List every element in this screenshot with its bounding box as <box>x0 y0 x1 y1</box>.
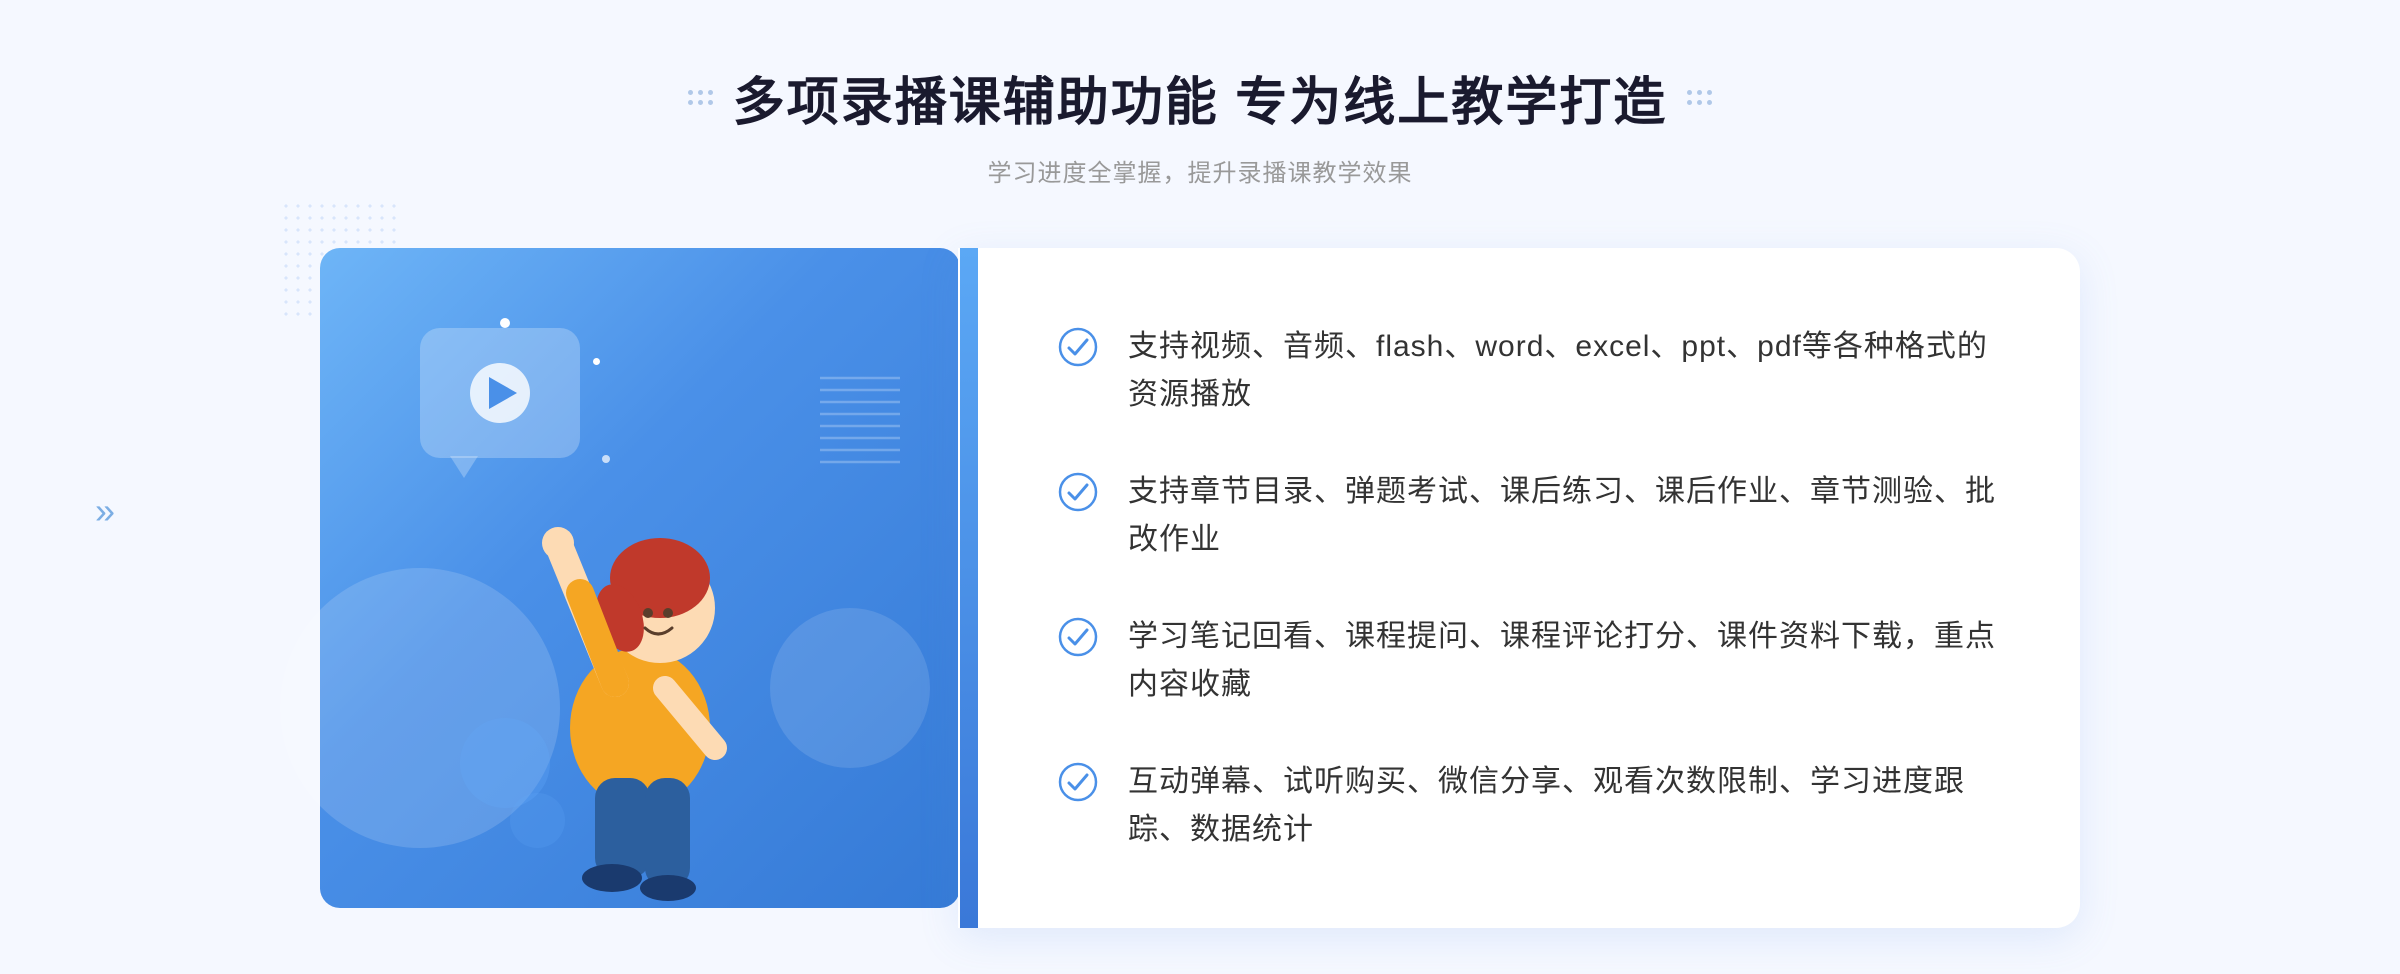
lines-pattern <box>810 368 910 488</box>
header-dot <box>1697 90 1702 95</box>
sparkle-decoration <box>593 358 600 365</box>
main-title: 多项录播课辅助功能 专为线上教学打造 <box>733 60 1667 135</box>
page-wrapper: » 多项录播课辅助功能 专为线上教学打造 <box>0 0 2400 974</box>
header-title-row: 多项录播课辅助功能 专为线上教学打造 <box>688 60 1712 135</box>
left-image-panel <box>320 248 960 908</box>
header-dot <box>708 100 713 105</box>
header-dot <box>1707 100 1712 105</box>
header-dot <box>1687 90 1692 95</box>
feature-item-4: 互动弹幕、试听购买、微信分享、观看次数限制、学习进度跟踪、数据统计 <box>1058 758 2000 854</box>
check-icon-4 <box>1058 762 1098 802</box>
feature-text-3: 学习笔记回看、课程提问、课程评论打分、课件资料下载，重点内容收藏 <box>1128 613 2000 709</box>
check-icon-3 <box>1058 617 1098 657</box>
feature-item-1: 支持视频、音频、flash、word、excel、ppt、pdf等各种格式的资源… <box>1058 323 2000 419</box>
feature-text-4: 互动弹幕、试听购买、微信分享、观看次数限制、学习进度跟踪、数据统计 <box>1128 758 2000 854</box>
header-dot <box>698 100 703 105</box>
header-dot <box>1687 100 1692 105</box>
feature-text-2: 支持章节目录、弹题考试、课后练习、课后作业、章节测验、批改作业 <box>1128 468 2000 564</box>
header-dot <box>688 90 693 95</box>
feature-item-3: 学习笔记回看、课程提问、课程评论打分、课件资料下载，重点内容收藏 <box>1058 613 2000 709</box>
header-dots-right <box>1687 90 1712 105</box>
feature-text-1: 支持视频、音频、flash、word、excel、ppt、pdf等各种格式的资源… <box>1128 323 2000 419</box>
header-section: 多项录播课辅助功能 专为线上教学打造 学习进度全掌握，提升录播课教学效果 <box>688 60 1712 188</box>
chevron-left-icon: » <box>95 490 107 532</box>
header-dot <box>1707 90 1712 95</box>
blue-divider-bar <box>960 248 978 928</box>
subtitle: 学习进度全掌握，提升录播课教学效果 <box>688 153 1712 188</box>
features-card: 支持视频、音频、flash、word、excel、ppt、pdf等各种格式的资源… <box>958 248 2080 928</box>
header-dots-left <box>688 90 713 105</box>
header-dot <box>1697 100 1702 105</box>
header-dot <box>708 90 713 95</box>
header-dot <box>698 90 703 95</box>
character-illustration <box>460 388 820 908</box>
check-icon-2 <box>1058 472 1098 512</box>
sparkle-decoration <box>500 318 510 328</box>
header-dot <box>688 100 693 105</box>
content-area: 支持视频、音频、flash、word、excel、ppt、pdf等各种格式的资源… <box>320 248 2080 928</box>
check-icon-1 <box>1058 327 1098 367</box>
feature-item-2: 支持章节目录、弹题考试、课后练习、课后作业、章节测验、批改作业 <box>1058 468 2000 564</box>
